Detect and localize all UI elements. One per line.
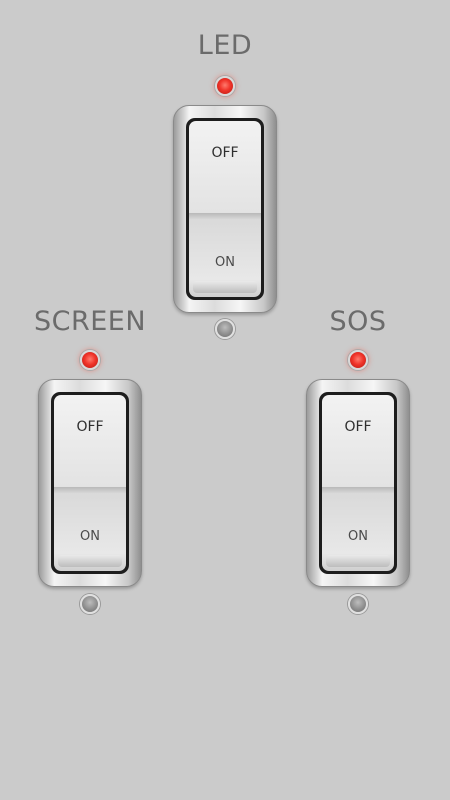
screen-status-indicator	[80, 350, 100, 370]
sos-on-label: ON	[348, 529, 368, 544]
screen-off-label: OFF	[76, 419, 104, 435]
sos-power-indicator	[348, 594, 368, 614]
flashlight-screen: { "switches": [ { "id": "led", "title": …	[0, 0, 450, 800]
led-on-label: ON	[215, 255, 235, 270]
screen-rocker-face[interactable]: OFF ON	[54, 395, 126, 571]
screen-toggle-switch[interactable]: OFF ON	[51, 392, 129, 574]
screen-switch-plate: OFF ON	[38, 379, 142, 587]
sos-switch-plate: OFF ON	[306, 379, 410, 587]
sos-toggle-switch[interactable]: OFF ON	[319, 392, 397, 574]
led-off-label: OFF	[211, 145, 239, 161]
led-toggle-switch[interactable]: OFF ON	[186, 118, 264, 300]
led-power-indicator	[215, 319, 235, 339]
led-rocker-face[interactable]: OFF ON	[189, 121, 261, 297]
led-title: LED	[197, 30, 253, 61]
sos-status-indicator	[348, 350, 368, 370]
sos-title: SOS	[329, 306, 387, 337]
sos-rocker-face[interactable]: OFF ON	[322, 395, 394, 571]
screen-title: SCREEN	[33, 306, 147, 337]
led-switch-plate: OFF ON	[173, 105, 277, 313]
screen-power-indicator	[80, 594, 100, 614]
screen-on-label: ON	[80, 529, 100, 544]
sos-off-label: OFF	[344, 419, 372, 435]
led-status-indicator	[215, 76, 235, 96]
